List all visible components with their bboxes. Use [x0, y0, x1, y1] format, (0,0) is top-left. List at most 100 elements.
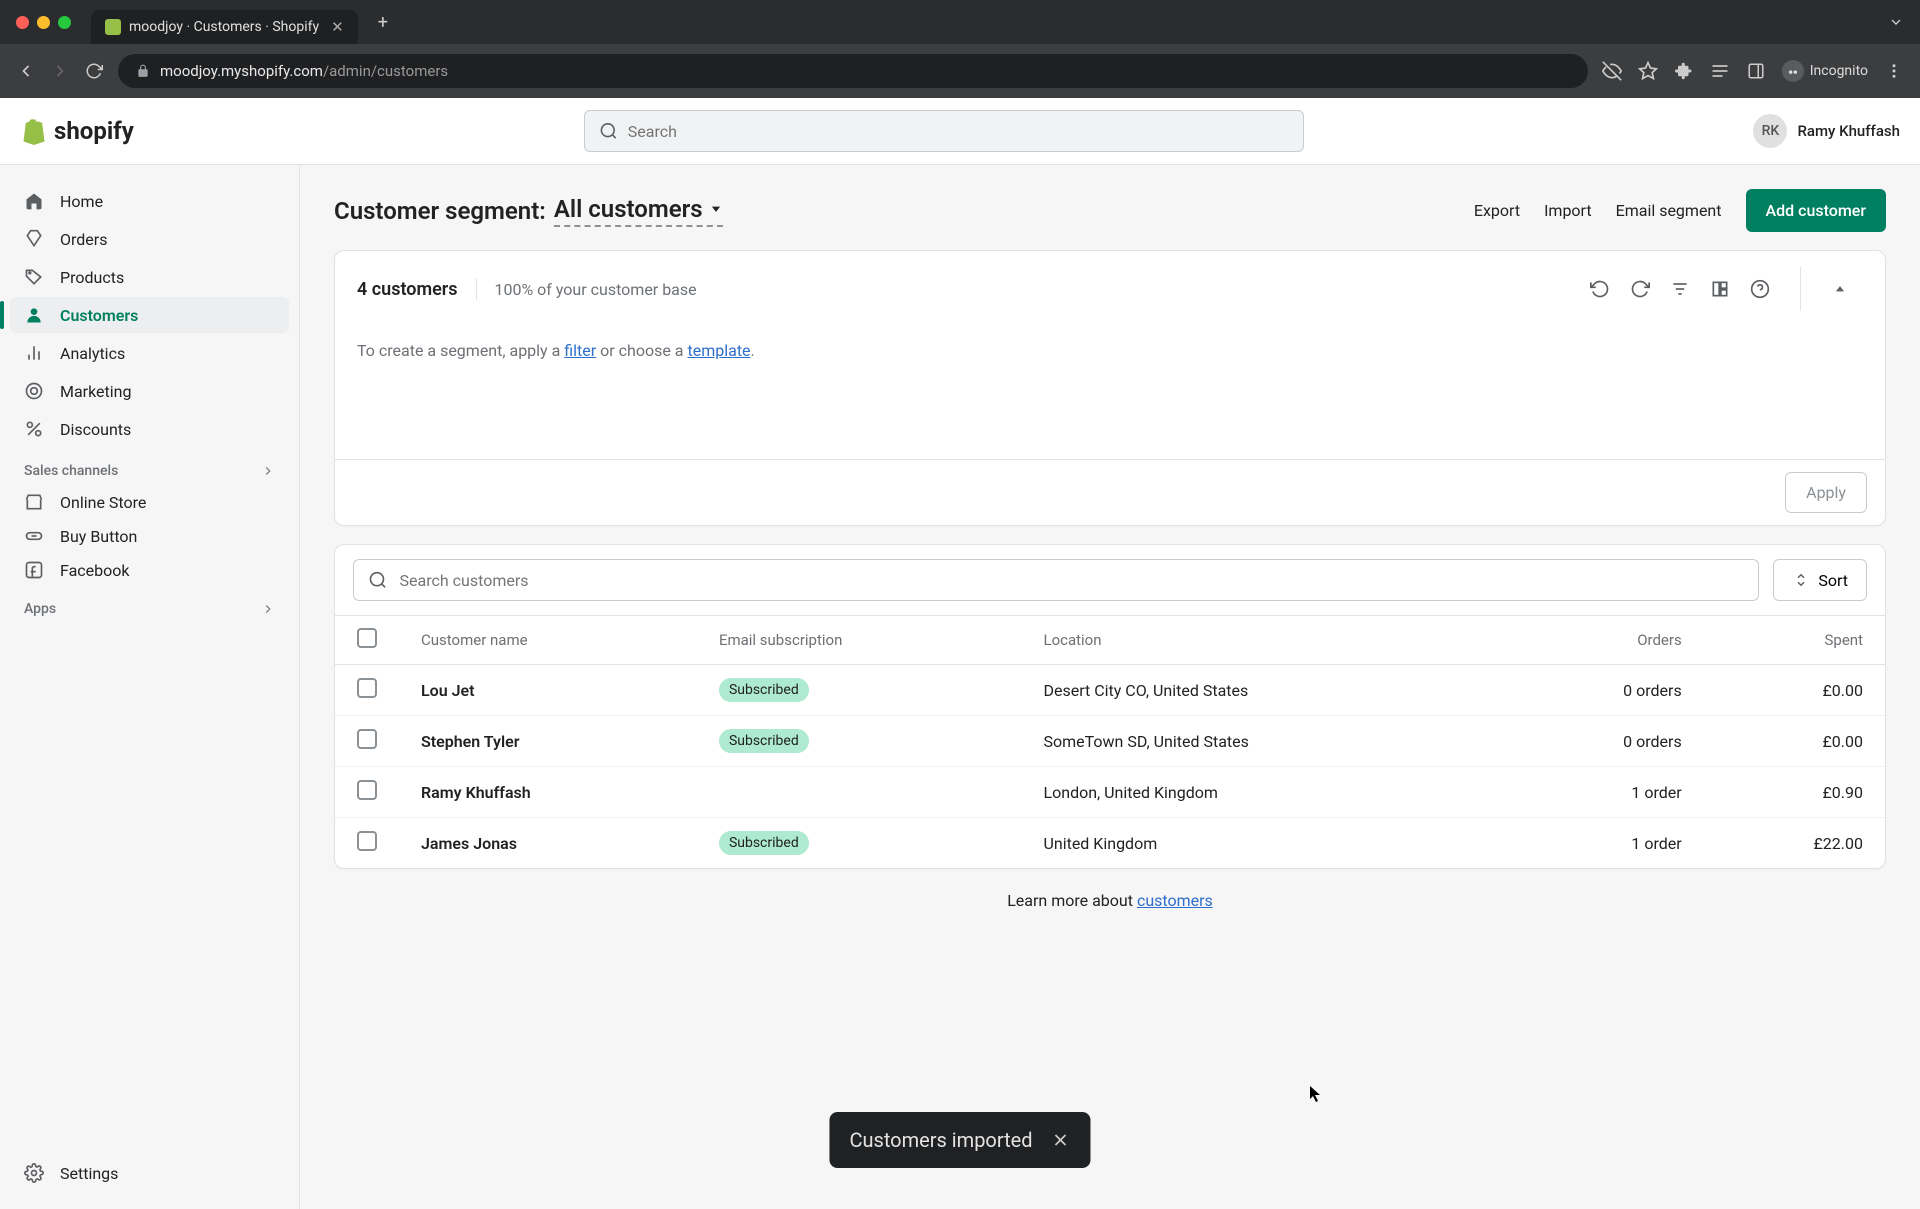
redo-button[interactable] [1628, 277, 1652, 301]
export-button[interactable]: Export [1474, 201, 1520, 220]
maximize-window-button[interactable] [58, 16, 71, 29]
help-button[interactable] [1748, 277, 1772, 301]
sidebar-item-orders[interactable]: Orders [10, 221, 289, 257]
sales-channels-header[interactable]: Sales channels [10, 449, 289, 485]
lock-icon [136, 64, 150, 78]
minimize-window-button[interactable] [37, 16, 50, 29]
analytics-icon [24, 343, 44, 363]
apply-button[interactable]: Apply [1785, 472, 1867, 513]
gear-icon [24, 1163, 44, 1183]
col-header-location: Location [1021, 616, 1504, 665]
channel-online-store[interactable]: Online Store [10, 485, 289, 519]
logo[interactable]: shopify [20, 117, 134, 145]
sidebar-item-discounts[interactable]: Discounts [10, 411, 289, 447]
reload-icon[interactable] [84, 61, 104, 81]
subscribed-badge: Subscribed [719, 831, 809, 855]
select-all-checkbox[interactable] [357, 628, 377, 648]
template-link[interactable]: template [687, 341, 750, 360]
filter-link[interactable]: filter [564, 341, 596, 360]
orders-icon [24, 229, 44, 249]
back-icon[interactable] [16, 61, 36, 81]
orders: 0 orders [1505, 716, 1704, 767]
filter-button[interactable] [1668, 277, 1692, 301]
user-menu[interactable]: RK Ramy Khuffash [1753, 114, 1900, 148]
row-checkbox[interactable] [357, 729, 377, 749]
spent: £0.00 [1704, 716, 1885, 767]
sidebar-item-label: Orders [60, 230, 107, 249]
sidebar-item-settings[interactable]: Settings [10, 1155, 289, 1191]
apps-header[interactable]: Apps [10, 587, 289, 623]
email-subscription: Subscribed [697, 716, 1022, 767]
incognito-badge[interactable]: Incognito [1782, 60, 1868, 82]
spent: £0.90 [1704, 767, 1885, 818]
email-segment-button[interactable]: Email segment [1616, 201, 1722, 220]
customers-icon [24, 305, 44, 325]
sort-button[interactable]: Sort [1773, 559, 1867, 601]
sidebar-item-customers[interactable]: Customers [10, 297, 289, 333]
table-row[interactable]: Lou JetSubscribedDesert City CO, United … [335, 665, 1885, 716]
sidebar-item-label: Discounts [60, 420, 131, 439]
url-domain: moodjoy.myshopify.com [160, 62, 323, 80]
sidebar-item-home[interactable]: Home [10, 183, 289, 219]
marketing-icon [24, 381, 44, 401]
extensions-icon[interactable] [1674, 61, 1694, 81]
browser-chrome: moodjoy · Customers · Shopify ✕ + moodjo… [0, 0, 1920, 98]
customers-table: Customer name Email subscription Locatio… [335, 615, 1885, 868]
star-icon[interactable] [1638, 61, 1658, 81]
reading-list-icon[interactable] [1710, 61, 1730, 81]
sidebar-item-marketing[interactable]: Marketing [10, 373, 289, 409]
avatar: RK [1753, 114, 1787, 148]
segment-selector[interactable]: All customers [554, 195, 723, 227]
row-checkbox[interactable] [357, 831, 377, 851]
menu-icon[interactable] [1884, 61, 1904, 81]
panel-icon[interactable] [1746, 61, 1766, 81]
row-checkbox[interactable] [357, 780, 377, 800]
sidebar: Home Orders Products Customers Analytics… [0, 165, 300, 1209]
location: Desert City CO, United States [1021, 665, 1504, 716]
sidebar-item-label: Home [60, 192, 103, 211]
col-header-email: Email subscription [697, 616, 1022, 665]
forward-icon[interactable] [50, 61, 70, 81]
sidebar-item-analytics[interactable]: Analytics [10, 335, 289, 371]
segment-query-editor[interactable]: To create a segment, apply a filter or c… [335, 327, 1885, 369]
discounts-icon [24, 419, 44, 439]
row-checkbox[interactable] [357, 678, 377, 698]
subscribed-badge: Subscribed [719, 729, 809, 753]
orders: 1 order [1505, 818, 1704, 869]
add-customer-button[interactable]: Add customer [1746, 189, 1887, 232]
table-row[interactable]: James Jonas Subscribed United Kingdom1 ord… [335, 818, 1885, 869]
search-customers[interactable] [353, 559, 1759, 601]
help-text-mid: or choose a [596, 341, 687, 360]
template-button[interactable] [1708, 277, 1732, 301]
table-row[interactable]: Ramy KhuffashLondon, United Kingdom1 ord… [335, 767, 1885, 818]
toast-close-button[interactable] [1051, 1130, 1071, 1150]
toast: Customers imported [829, 1112, 1090, 1168]
chevron-right-icon [261, 602, 275, 616]
chevron-right-icon [261, 464, 275, 478]
close-window-button[interactable] [16, 16, 29, 29]
global-search-input[interactable] [628, 122, 1289, 141]
table-row[interactable]: Stephen TylerSubscribedSomeTown SD, Unit… [335, 716, 1885, 767]
search-customers-input[interactable] [400, 571, 1745, 590]
customers-link[interactable]: customers [1137, 891, 1213, 910]
segment-name: All customers [554, 195, 703, 223]
facebook-icon [24, 560, 44, 580]
tabs-dropdown-icon[interactable] [1888, 14, 1904, 30]
channel-label: Online Store [60, 493, 146, 512]
channel-facebook[interactable]: Facebook [10, 553, 289, 587]
new-tab-button[interactable]: + [378, 12, 388, 33]
url-bar[interactable]: moodjoy.myshopify.com/admin/customers [118, 54, 1588, 88]
customer-name: James Jonas [399, 818, 697, 869]
sidebar-item-products[interactable]: Products [10, 259, 289, 295]
col-header-orders: Orders [1505, 616, 1704, 665]
location: United Kingdom [1021, 818, 1504, 869]
collapse-button[interactable] [1817, 282, 1863, 296]
channel-buy-button[interactable]: Buy Button [10, 519, 289, 553]
eye-off-icon[interactable] [1602, 61, 1622, 81]
browser-tab[interactable]: moodjoy · Customers · Shopify ✕ [91, 10, 358, 44]
undo-button[interactable] [1588, 277, 1612, 301]
import-button[interactable]: Import [1544, 201, 1592, 220]
global-search[interactable] [584, 110, 1304, 152]
tab-close-icon[interactable]: ✕ [331, 18, 344, 36]
channel-label: Buy Button [60, 527, 137, 546]
